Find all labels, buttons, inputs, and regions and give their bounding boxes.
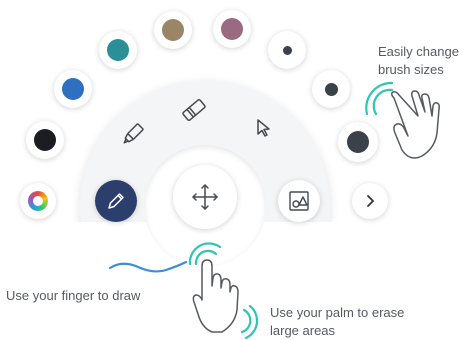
move-tool-button[interactable] — [173, 165, 237, 229]
swatch-dot — [162, 19, 184, 41]
shapes-tool-button[interactable] — [278, 180, 320, 222]
color-swatch-blue[interactable] — [54, 70, 92, 108]
eraser-tool-button[interactable] — [176, 92, 212, 128]
caption-palm-erase-line1: Use your palm to erase — [270, 305, 405, 320]
size-dot — [324, 82, 338, 96]
caption-brush-sizes-line2: brush sizes — [378, 62, 444, 77]
color-swatch-black[interactable] — [26, 121, 64, 159]
hand-gesture-icon — [362, 78, 474, 168]
pencil-icon — [105, 190, 127, 212]
pointing-hand-icon — [184, 240, 264, 340]
brush-wheel-illustration: Easily change brush sizes Use your finge… — [0, 0, 475, 340]
shapes-icon — [287, 189, 311, 213]
size-dot — [282, 45, 292, 55]
caption-palm-erase-line2: large areas — [270, 323, 336, 338]
swatch-dot — [34, 129, 56, 151]
pointer-tool-button[interactable] — [249, 113, 279, 143]
pointer-icon — [253, 117, 275, 139]
caption-finger-draw: Use your finger to draw — [6, 288, 141, 303]
eraser-icon — [179, 95, 209, 125]
color-swatch-mauve[interactable] — [213, 10, 251, 48]
rainbow-icon — [28, 191, 48, 211]
swatch-dot — [221, 18, 243, 40]
pencil-tool-button[interactable] — [95, 180, 137, 222]
marker-tool-button[interactable] — [114, 117, 150, 153]
color-swatch-brown[interactable] — [154, 11, 192, 49]
swatch-dot — [107, 39, 129, 61]
brush-size-medium-button[interactable] — [312, 70, 350, 108]
marker-icon — [117, 120, 147, 150]
color-swatch-teal[interactable] — [99, 31, 137, 69]
chevron-right-icon — [363, 194, 377, 208]
swatch-dot — [62, 78, 84, 100]
color-picker-button[interactable] — [20, 183, 56, 219]
move-icon — [190, 182, 220, 212]
drawn-stroke — [108, 256, 188, 280]
next-button[interactable] — [352, 183, 388, 219]
brush-size-small-button[interactable] — [268, 31, 306, 69]
caption-brush-sizes-line1: Easily change — [378, 44, 459, 59]
